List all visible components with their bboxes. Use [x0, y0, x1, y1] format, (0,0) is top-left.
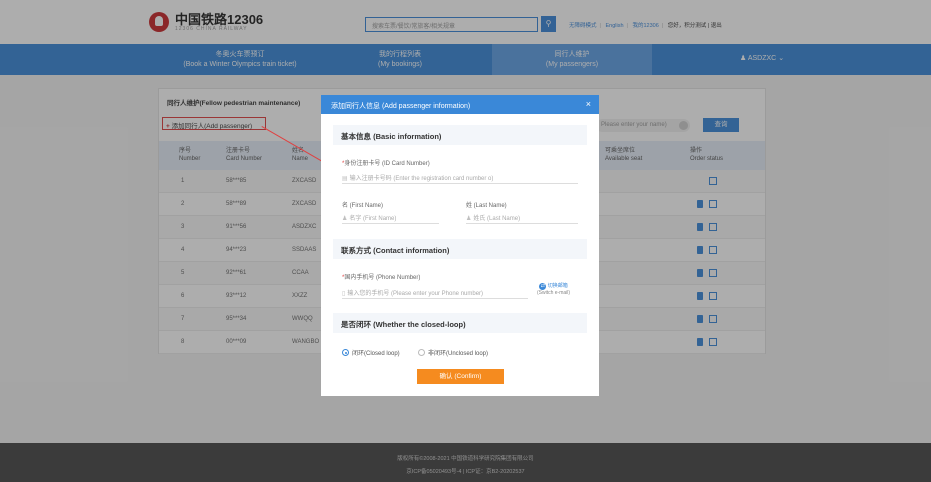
person-icon: ♟ — [466, 216, 472, 222]
phone-label: *国内手机号 (Phone Number) — [342, 275, 421, 281]
person-icon: ♟ — [342, 216, 348, 222]
closed-loop-radio[interactable]: 闭环(Closed loop) — [342, 348, 400, 357]
phone-input[interactable]: ▯ 输入您的手机号 (Please enter your Phone number… — [342, 286, 528, 299]
switch-email-button[interactable]: ⇄ 切换邮箱 (Switch e-mail) — [537, 283, 570, 296]
phone-icon: ▯ — [342, 291, 346, 297]
switch-icon: ⇄ — [539, 283, 547, 290]
dialog-title: 添加同行人信息 (Add passenger information) — [331, 103, 471, 110]
confirm-button[interactable]: 确认 (Confirm) — [417, 369, 504, 384]
close-icon[interactable]: × — [586, 99, 591, 109]
card-number-input[interactable]: ▤ 输入注册卡号码 (Enter the registration card nu… — [342, 171, 578, 184]
unclosed-loop-radio[interactable]: 非闭环(Unclosed loop) — [418, 348, 488, 357]
basic-info-section: 基本信息 (Basic information) — [333, 125, 587, 145]
dialog-header: 添加同行人信息 (Add passenger information) × — [321, 95, 599, 114]
last-name-label: 姓 (Last Name) — [466, 203, 507, 209]
first-name-input[interactable]: ♟ 名字 (First Name) — [342, 211, 439, 224]
card-number-label: *身份注册卡号 (ID Card Number) — [342, 161, 430, 167]
first-name-label: 名 (First Name) — [342, 203, 383, 209]
card-icon: ▤ — [342, 176, 348, 182]
last-name-input[interactable]: ♟ 姓氏 (Last Name) — [466, 211, 578, 224]
contact-info-section: 联系方式 (Contact information) — [333, 239, 587, 259]
closed-loop-section: 是否闭环 (Whether the closed-loop) — [333, 313, 587, 333]
